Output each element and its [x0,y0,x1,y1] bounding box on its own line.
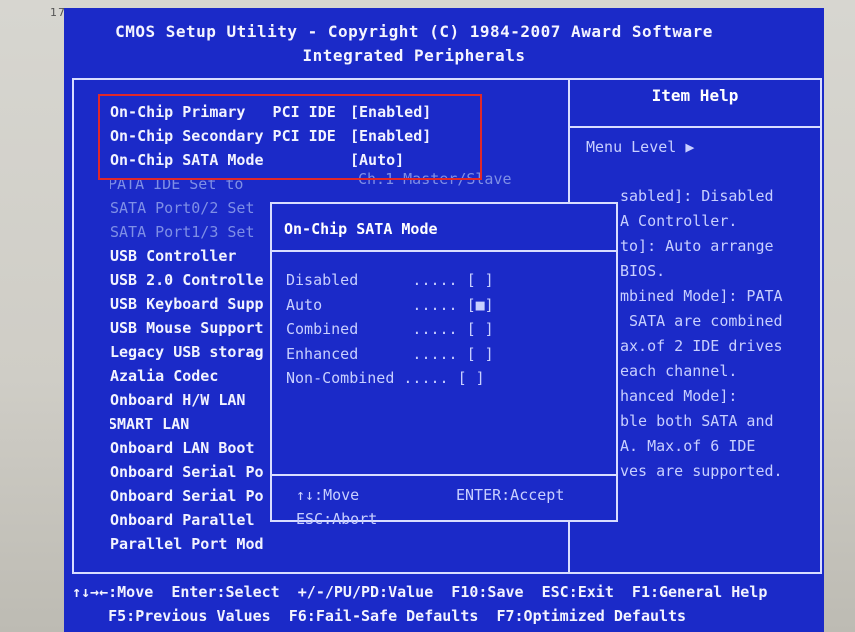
popup-option[interactable]: Combined ..... [ ] [286,317,494,342]
abort-hint: ESC:Abort [296,510,378,528]
annotation-highlight-box [98,94,482,180]
setting-row[interactable]: Parallel Port Mod [110,532,510,556]
help-line: SATA are combined [620,312,783,330]
menu-level: Menu Level ▶ [586,138,695,156]
popup-option[interactable]: Enhanced ..... [ ] [286,342,494,367]
popup-options: Disabled ..... [ ] Auto ..... [■] Combined… [286,268,494,391]
help-line: A Controller. [620,212,738,230]
help-line: A. Max.of 6 IDE [620,437,756,455]
help-line: ax.of 2 IDE drives [620,337,783,355]
accept-hint: ENTER:Accept [456,486,565,504]
popup-title: On-Chip SATA Mode [284,220,438,238]
page-title: Integrated Peripherals [302,46,526,65]
popup-option[interactable]: Disabled ..... [ ] [286,268,494,293]
sata-mode-popup[interactable]: On-Chip SATA Mode Disabled ..... [ ] Auto… [270,202,618,528]
item-help-title: Item Help [651,86,739,105]
help-line: sabled]: Disabled [620,187,774,205]
popup-divider-top [272,250,616,252]
bios-title: CMOS Setup Utility - Copyright (C) 1984-… [115,22,713,41]
help-text: sabled]: Disabled A Controller. to]: Auto … [620,184,820,484]
footer-line-1: ↑↓→←:Move Enter:Select +/-/PU/PD:Value F… [72,583,768,601]
help-line: to]: Auto arrange [620,237,774,255]
key-legend-footer: ↑↓→←:Move Enter:Select +/-/PU/PD:Value F… [72,580,824,628]
help-line: BIOS. [620,262,666,280]
help-line: hanced Mode]: [620,387,738,405]
move-hint: ↑↓:Move [296,486,360,504]
popup-divider-bottom [272,474,616,476]
setting-label: Parallel Port Mod [110,535,264,553]
popup-option[interactable]: Non-Combined ..... [ ] [286,366,494,391]
popup-option[interactable]: Auto ..... [■] [286,293,494,318]
help-line: mbined Mode]: PATA [620,287,783,305]
help-divider [570,126,822,128]
bios-screen: CMOS Setup Utility - Copyright (C) 1984-… [64,8,824,632]
help-line: ble both SATA and [620,412,774,430]
help-line: ves are supported. [620,462,783,480]
footer-line-2: F5:Previous Values F6:Fail-Safe Defaults… [72,607,687,625]
help-line: each channel. [620,362,738,380]
